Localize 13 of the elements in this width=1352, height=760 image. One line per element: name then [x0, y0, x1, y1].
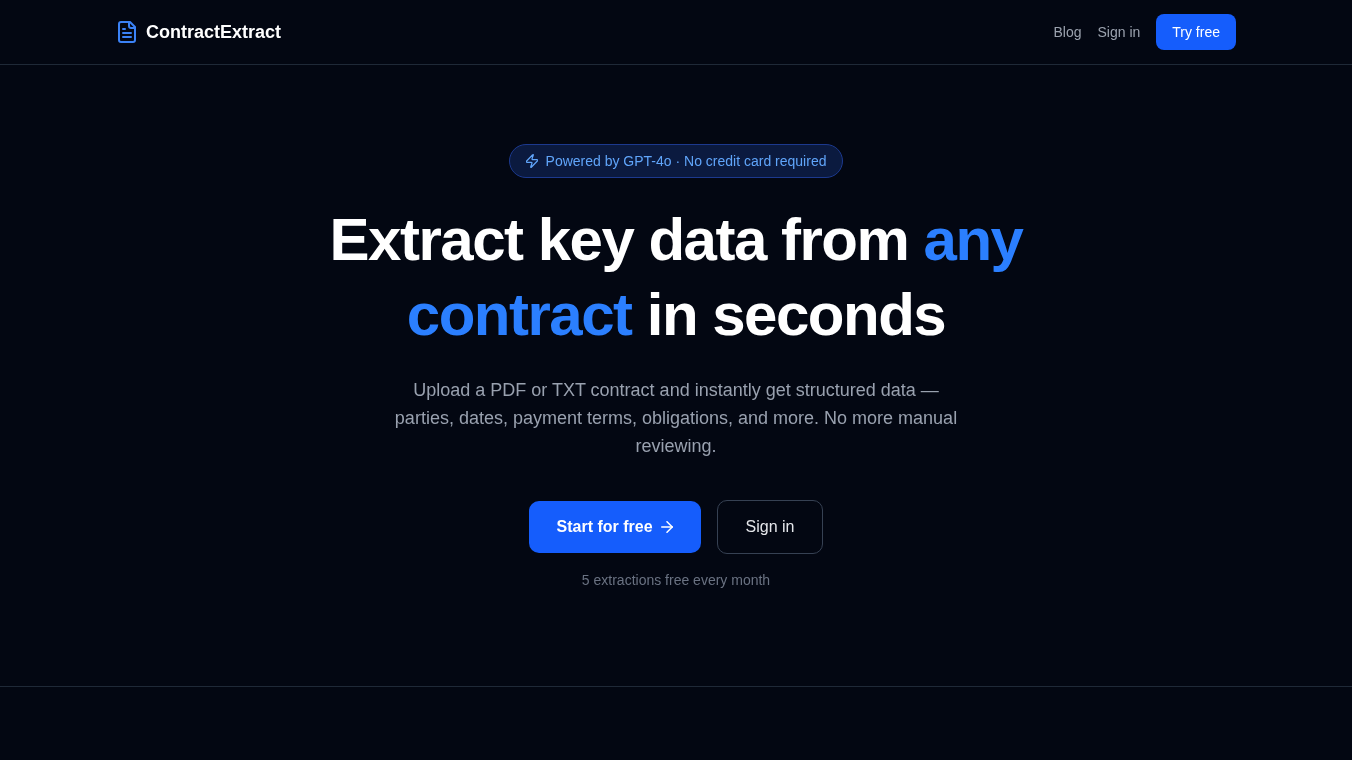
- lightning-icon: [525, 154, 538, 168]
- nav-link[interactable]: Blog: [1053, 24, 1082, 40]
- hero-description: Upload a PDF or TXT contract and instantly get structured data — parties, dates, payment terms, obligations, and more. No more manual reviewing.: [393, 379, 959, 458]
- badge-text: Powered by GPT-4o · No credit card required: [545, 153, 827, 169]
- document-icon: [118, 21, 136, 43]
- start-for-free-button[interactable]: Start for free: [528, 501, 701, 553]
- nav-link[interactable]: Sign in: [1097, 24, 1141, 40]
- try-free-button[interactable]: Try free: [1156, 14, 1236, 50]
- logo-link[interactable]: ContractExtract: [116, 21, 282, 43]
- free-tier-note: 5 extractions free every month: [581, 571, 771, 590]
- sign-in-button[interactable]: Sign in: [716, 500, 824, 554]
- hero-heading: Extract key data from any contract in seconds: [328, 205, 1025, 350]
- arrow-right-icon: [660, 521, 673, 533]
